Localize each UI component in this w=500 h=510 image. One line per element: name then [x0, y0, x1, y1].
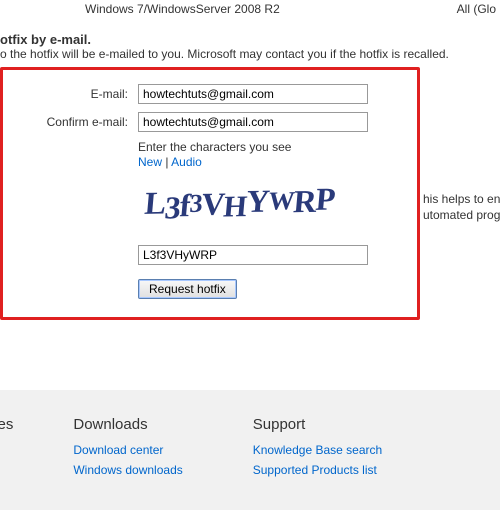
footer: ft sites s Downloads Download center Win…	[0, 390, 500, 510]
footer-link-windows-downloads[interactable]: Windows downloads	[73, 463, 182, 477]
captcha-audio-link[interactable]: Audio	[171, 155, 202, 169]
captcha-input[interactable]	[138, 245, 368, 265]
captcha-image: L3f3VHYWRP	[138, 173, 368, 233]
confirm-email-field[interactable]	[138, 112, 368, 132]
footer-link-supported-products[interactable]: Supported Products list	[253, 463, 382, 477]
footer-heading-sites: ft sites	[0, 416, 13, 433]
email-label: E-mail:	[13, 87, 138, 101]
section-sub: o the hotfix will be e-mailed to you. Mi…	[0, 47, 500, 61]
footer-link[interactable]: s	[0, 443, 13, 457]
scope-label: All (Glo	[457, 2, 500, 16]
svg-text:L3f3VHYWRP: L3f3VHYWRP	[143, 181, 337, 226]
request-hotfix-button[interactable]: Request hotfix	[138, 279, 237, 299]
footer-heading-downloads: Downloads	[73, 416, 182, 433]
separator: |	[162, 155, 171, 169]
captcha-help-text: his helps to ensure th utomated program,…	[423, 192, 500, 223]
confirm-email-label: Confirm e-mail:	[13, 115, 138, 129]
footer-heading-support: Support	[253, 416, 382, 433]
captcha-new-link[interactable]: New	[138, 155, 162, 169]
captcha-prompt: Enter the characters you see	[138, 140, 407, 154]
email-field[interactable]	[138, 84, 368, 104]
footer-link-download-center[interactable]: Download center	[73, 443, 182, 457]
footer-link-kb-search[interactable]: Knowledge Base search	[253, 443, 382, 457]
section-heading: otfix by e-mail.	[0, 32, 500, 47]
platform-label: Windows 7/WindowsServer 2008 R2	[85, 2, 280, 16]
hotfix-form: E-mail: Confirm e-mail: Enter the charac…	[0, 67, 420, 320]
